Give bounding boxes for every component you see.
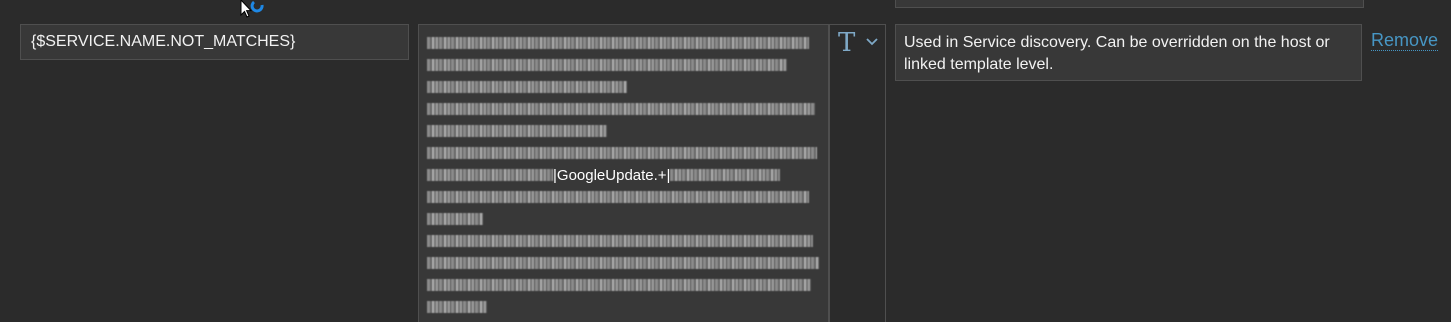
mouse-cursor-icon: [240, 0, 264, 18]
remove-button[interactable]: Remove: [1371, 30, 1439, 51]
macro-description-field[interactable]: Used in Service discovery. Can be overri…: [895, 24, 1362, 81]
macro-type-select[interactable]: T: [829, 24, 886, 322]
macro-name-input[interactable]: {$SERVICE.NAME.NOT_MATCHES}: [20, 24, 409, 60]
macro-value-visible-fragment: |GoogleUpdate.+|: [553, 167, 671, 184]
macro-value-textarea[interactable]: |GoogleUpdate.+|: [418, 24, 829, 322]
text-type-icon: T: [838, 28, 856, 58]
chevron-down-icon: [866, 38, 878, 46]
macro-value-text: |GoogleUpdate.+|: [427, 33, 823, 319]
macros-table: {$SERVICE.NAME.NOT_MATCHES} |GoogleUpdat…: [0, 0, 1451, 322]
previous-row-description-field[interactable]: [895, 0, 1364, 8]
